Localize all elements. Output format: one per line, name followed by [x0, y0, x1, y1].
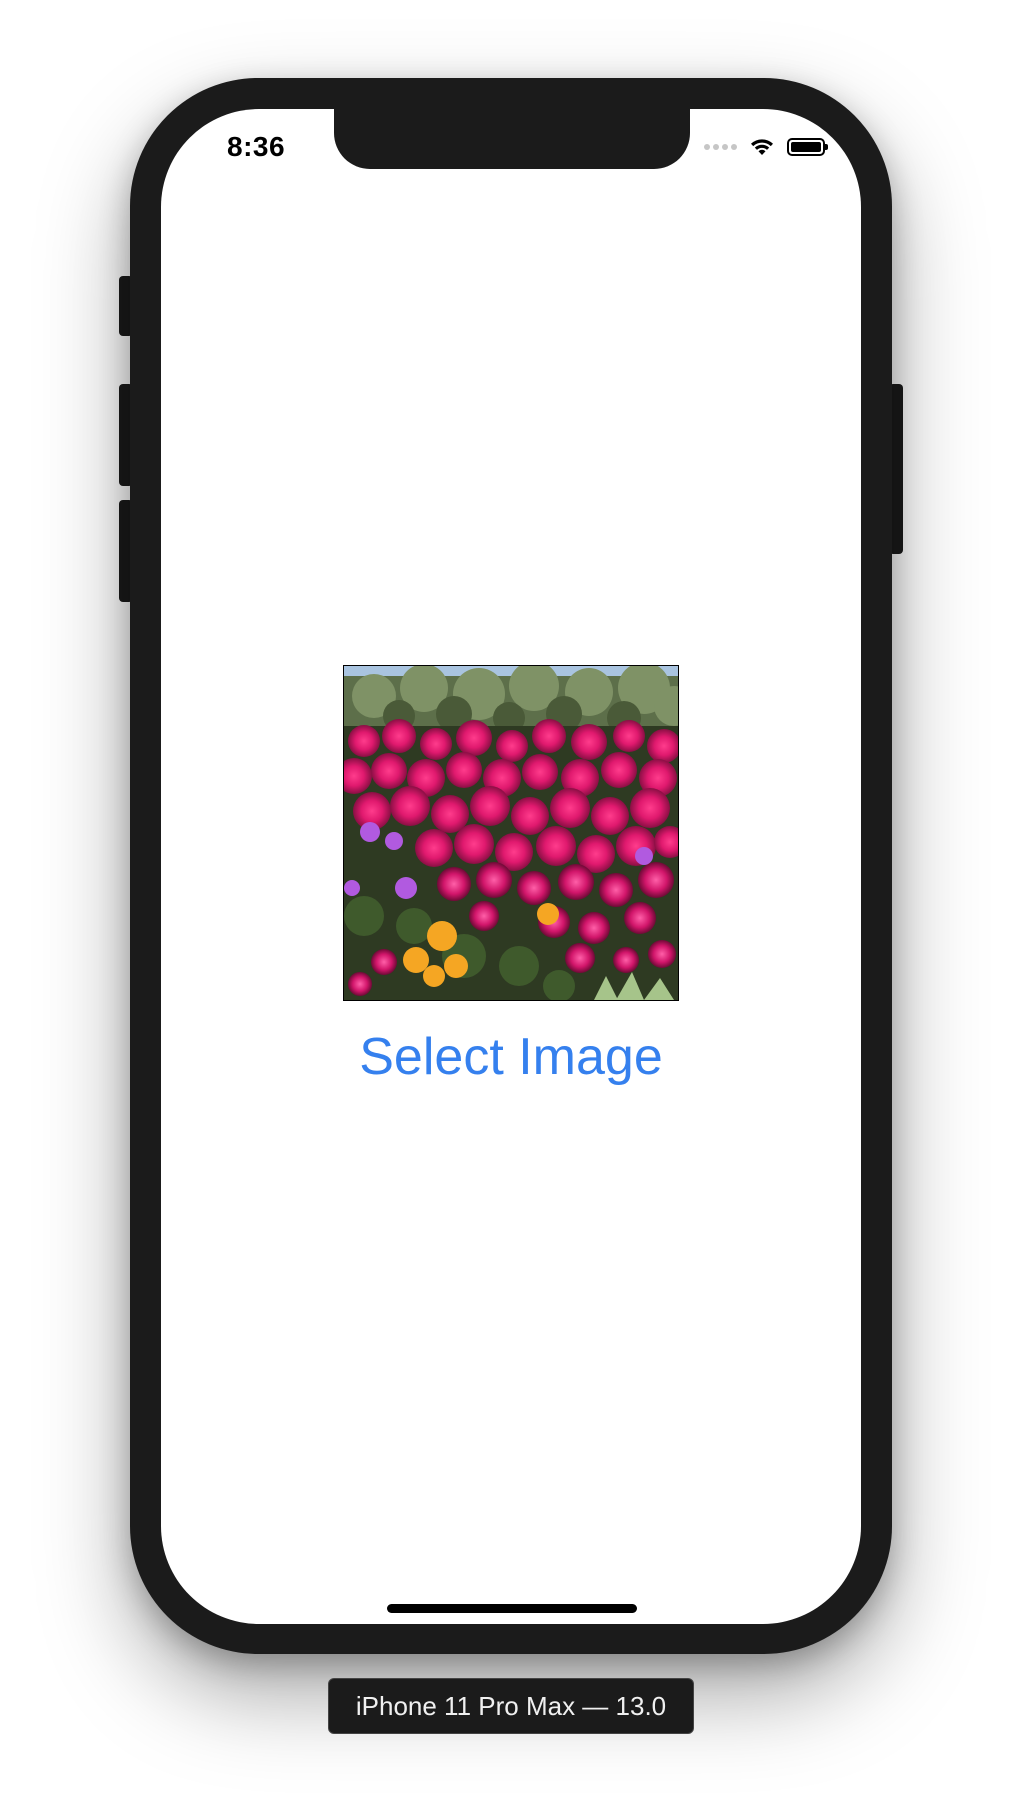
- flowers-image: [344, 666, 678, 1000]
- status-time: 8:36: [227, 131, 286, 162]
- device-label: iPhone 11 Pro Max — 13.0: [328, 1678, 694, 1734]
- battery-fill: [791, 142, 821, 152]
- notch: [334, 109, 690, 169]
- cellular-dots-icon: [704, 144, 737, 150]
- status-icons: [704, 135, 828, 159]
- simulator-stage: 8:36 Select Image iPhone 11 Pro Max — 13…: [0, 0, 1022, 1806]
- device-screen: 8:36 Select Image: [161, 109, 861, 1624]
- select-image-button[interactable]: Select Image: [161, 1027, 861, 1087]
- battery-icon: [787, 138, 828, 156]
- home-indicator[interactable]: [387, 1604, 637, 1613]
- wifi-icon: [751, 139, 773, 155]
- flowers-photo: [343, 665, 679, 1001]
